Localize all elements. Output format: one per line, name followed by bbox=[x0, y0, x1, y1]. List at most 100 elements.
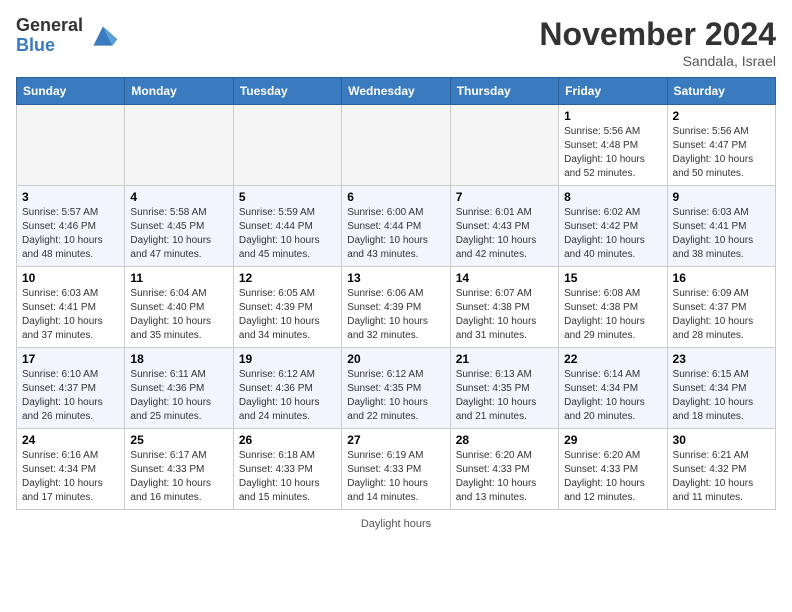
day-info: Sunrise: 6:20 AM Sunset: 4:33 PM Dayligh… bbox=[564, 449, 661, 505]
footer-daylight: Daylight hours bbox=[16, 518, 776, 530]
calendar-cell: 15Sunrise: 6:08 AM Sunset: 4:38 PM Dayli… bbox=[559, 267, 667, 348]
calendar-cell: 24Sunrise: 6:16 AM Sunset: 4:34 PM Dayli… bbox=[17, 429, 125, 510]
day-number: 12 bbox=[239, 271, 336, 285]
header-saturday: Saturday bbox=[667, 78, 775, 105]
day-number: 30 bbox=[673, 433, 770, 447]
day-number: 22 bbox=[564, 352, 661, 366]
day-number: 27 bbox=[347, 433, 444, 447]
day-number: 8 bbox=[564, 190, 661, 204]
calendar-week-1: 1 Sunrise: 5:56 AM Sunset: 4:48 PM Daylig… bbox=[17, 105, 776, 186]
calendar-cell bbox=[450, 105, 558, 186]
day-info: Sunrise: 6:14 AM Sunset: 4:34 PM Dayligh… bbox=[564, 368, 661, 424]
day-info: Sunrise: 5:58 AM Sunset: 4:45 PM Dayligh… bbox=[130, 206, 227, 262]
day-info: Sunrise: 6:03 AM Sunset: 4:41 PM Dayligh… bbox=[673, 206, 770, 262]
day-info: Sunrise: 6:21 AM Sunset: 4:32 PM Dayligh… bbox=[673, 449, 770, 505]
logo: General Blue bbox=[16, 16, 119, 56]
day-info: Sunrise: 6:20 AM Sunset: 4:33 PM Dayligh… bbox=[456, 449, 553, 505]
calendar-cell: 17 Sunrise: 6:10 AM Sunset: 4:37 PM Dayli… bbox=[17, 348, 125, 429]
calendar-cell: 20 Sunrise: 6:12 AM Sunset: 4:35 PM Dayli… bbox=[342, 348, 450, 429]
title-area: November 2024 Sandala, Israel bbox=[539, 16, 776, 69]
day-info: Sunrise: 6:12 AM Sunset: 4:35 PM Dayligh… bbox=[347, 368, 444, 424]
calendar-cell bbox=[17, 105, 125, 186]
calendar-week-2: 3 Sunrise: 5:57 AM Sunset: 4:46 PM Daylig… bbox=[17, 186, 776, 267]
month-title: November 2024 bbox=[539, 16, 776, 53]
calendar-cell: 8 Sunrise: 6:02 AM Sunset: 4:42 PM Daylig… bbox=[559, 186, 667, 267]
calendar-cell: 16Sunrise: 6:09 AM Sunset: 4:37 PM Dayli… bbox=[667, 267, 775, 348]
calendar-cell: 2 Sunrise: 5:56 AM Sunset: 4:47 PM Daylig… bbox=[667, 105, 775, 186]
day-number: 23 bbox=[673, 352, 770, 366]
day-number: 6 bbox=[347, 190, 444, 204]
day-number: 20 bbox=[347, 352, 444, 366]
day-info: Sunrise: 6:06 AM Sunset: 4:39 PM Dayligh… bbox=[347, 287, 444, 343]
calendar-cell bbox=[342, 105, 450, 186]
day-info: Sunrise: 5:59 AM Sunset: 4:44 PM Dayligh… bbox=[239, 206, 336, 262]
day-info: Sunrise: 6:16 AM Sunset: 4:34 PM Dayligh… bbox=[22, 449, 119, 505]
day-number: 4 bbox=[130, 190, 227, 204]
calendar-cell: 10 Sunrise: 6:03 AM Sunset: 4:41 PM Dayli… bbox=[17, 267, 125, 348]
day-number: 13 bbox=[347, 271, 444, 285]
calendar-cell: 29Sunrise: 6:20 AM Sunset: 4:33 PM Dayli… bbox=[559, 429, 667, 510]
day-number: 1 bbox=[564, 109, 661, 123]
calendar-cell: 6 Sunrise: 6:00 AM Sunset: 4:44 PM Daylig… bbox=[342, 186, 450, 267]
calendar-cell: 13 Sunrise: 6:06 AM Sunset: 4:39 PM Dayli… bbox=[342, 267, 450, 348]
header-wednesday: Wednesday bbox=[342, 78, 450, 105]
day-info: Sunrise: 5:56 AM Sunset: 4:47 PM Dayligh… bbox=[673, 125, 770, 181]
day-number: 10 bbox=[22, 271, 119, 285]
day-info: Sunrise: 6:03 AM Sunset: 4:41 PM Dayligh… bbox=[22, 287, 119, 343]
day-number: 25 bbox=[130, 433, 227, 447]
day-info: Sunrise: 6:02 AM Sunset: 4:42 PM Dayligh… bbox=[564, 206, 661, 262]
calendar-cell: 11 Sunrise: 6:04 AM Sunset: 4:40 PM Dayli… bbox=[125, 267, 233, 348]
day-number: 19 bbox=[239, 352, 336, 366]
day-info: Sunrise: 6:18 AM Sunset: 4:33 PM Dayligh… bbox=[239, 449, 336, 505]
day-number: 7 bbox=[456, 190, 553, 204]
day-info: Sunrise: 6:12 AM Sunset: 4:36 PM Dayligh… bbox=[239, 368, 336, 424]
day-info: Sunrise: 6:17 AM Sunset: 4:33 PM Dayligh… bbox=[130, 449, 227, 505]
day-number: 11 bbox=[130, 271, 227, 285]
day-info: Sunrise: 6:10 AM Sunset: 4:37 PM Dayligh… bbox=[22, 368, 119, 424]
calendar-cell: 21Sunrise: 6:13 AM Sunset: 4:35 PM Dayli… bbox=[450, 348, 558, 429]
day-info: Sunrise: 6:04 AM Sunset: 4:40 PM Dayligh… bbox=[130, 287, 227, 343]
calendar-cell: 5 Sunrise: 5:59 AM Sunset: 4:44 PM Daylig… bbox=[233, 186, 341, 267]
calendar-cell: 23Sunrise: 6:15 AM Sunset: 4:34 PM Dayli… bbox=[667, 348, 775, 429]
day-info: Sunrise: 6:00 AM Sunset: 4:44 PM Dayligh… bbox=[347, 206, 444, 262]
calendar-cell: 27 Sunrise: 6:19 AM Sunset: 4:33 PM Dayli… bbox=[342, 429, 450, 510]
calendar-cell: 4 Sunrise: 5:58 AM Sunset: 4:45 PM Daylig… bbox=[125, 186, 233, 267]
day-info: Sunrise: 6:19 AM Sunset: 4:33 PM Dayligh… bbox=[347, 449, 444, 505]
calendar-cell: 1 Sunrise: 5:56 AM Sunset: 4:48 PM Daylig… bbox=[559, 105, 667, 186]
calendar-cell bbox=[125, 105, 233, 186]
day-info: Sunrise: 6:05 AM Sunset: 4:39 PM Dayligh… bbox=[239, 287, 336, 343]
header-friday: Friday bbox=[559, 78, 667, 105]
day-info: Sunrise: 5:57 AM Sunset: 4:46 PM Dayligh… bbox=[22, 206, 119, 262]
day-info: Sunrise: 5:56 AM Sunset: 4:48 PM Dayligh… bbox=[564, 125, 661, 181]
day-info: Sunrise: 6:13 AM Sunset: 4:35 PM Dayligh… bbox=[456, 368, 553, 424]
logo-blue: Blue bbox=[16, 36, 83, 56]
day-number: 5 bbox=[239, 190, 336, 204]
day-number: 26 bbox=[239, 433, 336, 447]
location-subtitle: Sandala, Israel bbox=[539, 53, 776, 69]
calendar-cell: 22 Sunrise: 6:14 AM Sunset: 4:34 PM Dayli… bbox=[559, 348, 667, 429]
day-number: 17 bbox=[22, 352, 119, 366]
day-info: Sunrise: 6:07 AM Sunset: 4:38 PM Dayligh… bbox=[456, 287, 553, 343]
calendar-week-4: 17 Sunrise: 6:10 AM Sunset: 4:37 PM Dayli… bbox=[17, 348, 776, 429]
day-number: 28 bbox=[456, 433, 553, 447]
calendar-cell: 25 Sunrise: 6:17 AM Sunset: 4:33 PM Dayli… bbox=[125, 429, 233, 510]
day-number: 18 bbox=[130, 352, 227, 366]
logo-text: General Blue bbox=[16, 16, 83, 56]
calendar-cell: 26 Sunrise: 6:18 AM Sunset: 4:33 PM Dayli… bbox=[233, 429, 341, 510]
day-number: 2 bbox=[673, 109, 770, 123]
day-info: Sunrise: 6:08 AM Sunset: 4:38 PM Dayligh… bbox=[564, 287, 661, 343]
header-monday: Monday bbox=[125, 78, 233, 105]
calendar-cell: 12 Sunrise: 6:05 AM Sunset: 4:39 PM Dayli… bbox=[233, 267, 341, 348]
logo-general: General bbox=[16, 16, 83, 36]
page-header: General Blue November 2024 Sandala, Isra… bbox=[16, 16, 776, 69]
calendar-cell: 28 Sunrise: 6:20 AM Sunset: 4:33 PM Dayli… bbox=[450, 429, 558, 510]
calendar-table: SundayMondayTuesdayWednesdayThursdayFrid… bbox=[16, 77, 776, 510]
calendar-week-5: 24Sunrise: 6:16 AM Sunset: 4:34 PM Dayli… bbox=[17, 429, 776, 510]
calendar-cell: 7Sunrise: 6:01 AM Sunset: 4:43 PM Daylig… bbox=[450, 186, 558, 267]
logo-icon bbox=[87, 20, 119, 52]
day-number: 14 bbox=[456, 271, 553, 285]
day-number: 3 bbox=[22, 190, 119, 204]
calendar-cell: 3 Sunrise: 5:57 AM Sunset: 4:46 PM Daylig… bbox=[17, 186, 125, 267]
calendar-cell: 18Sunrise: 6:11 AM Sunset: 4:36 PM Dayli… bbox=[125, 348, 233, 429]
calendar-week-3: 10 Sunrise: 6:03 AM Sunset: 4:41 PM Dayli… bbox=[17, 267, 776, 348]
